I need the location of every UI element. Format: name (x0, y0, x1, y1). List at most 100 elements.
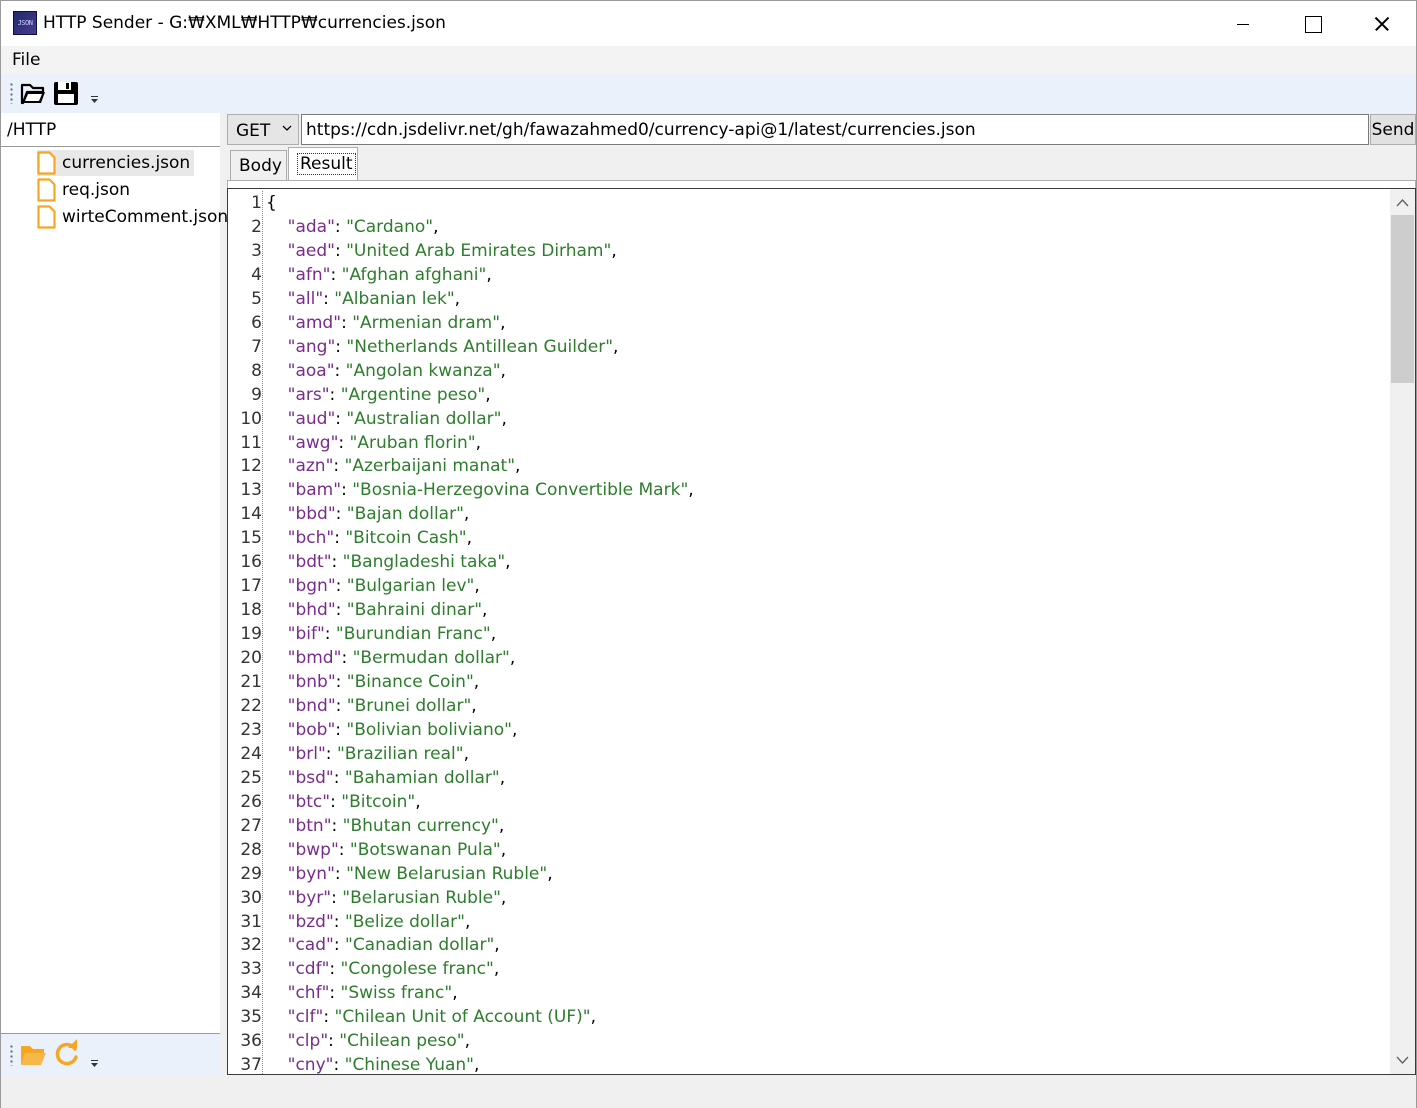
json-key: bsd (295, 767, 326, 788)
json-value: Australian dollar (354, 408, 494, 429)
toolbar-overflow-icon[interactable] (90, 1060, 99, 1068)
code-line: "clf": "Chilean Unit of Account (UF)", (287, 1007, 597, 1028)
path-bar: /HTTP (1, 113, 220, 147)
code-line: "awg": "Aruban florin", (287, 432, 481, 453)
code-line: "bnd": "Brunei dollar", (287, 695, 477, 716)
json-key: bnd (295, 695, 328, 716)
line-number: 10 (240, 408, 262, 429)
json-value: Cardano (353, 216, 426, 237)
chevron-down-icon (282, 125, 292, 131)
line-number: 21 (240, 672, 262, 692)
line-number: 14 (240, 504, 262, 525)
scroll-up-icon[interactable] (1390, 191, 1415, 215)
json-value: Albanian lek (342, 288, 447, 309)
line-number: 17 (240, 576, 262, 597)
current-path: /HTTP (7, 120, 57, 140)
open-folder-icon[interactable] (19, 79, 47, 107)
code-line: "ars": "Argentine peso", (287, 384, 491, 405)
app-window: JSON HTTP Sender - G:₩XML₩HTTP₩currencie… (0, 0, 1417, 1108)
file-icon (37, 205, 56, 229)
title-bar: JSON HTTP Sender - G:₩XML₩HTTP₩currencie… (1, 1, 1416, 46)
file-label: wirteComment.json (62, 207, 229, 227)
code-line: "chf": "Swiss franc", (287, 983, 458, 1004)
json-key: brl (295, 743, 318, 764)
tab-label: Body (239, 156, 282, 176)
maximize-button[interactable] (1278, 1, 1348, 46)
json-value: Angolan kwanza (353, 360, 493, 381)
save-icon[interactable] (52, 79, 80, 107)
line-number: 5 (251, 288, 262, 309)
toolbar-grip[interactable] (10, 1044, 13, 1066)
toolbar-grip[interactable] (10, 82, 13, 104)
json-value: Chilean Unit of Account (UF) (342, 1007, 583, 1028)
close-button[interactable] (1347, 1, 1417, 46)
send-button[interactable]: Send (1370, 114, 1416, 145)
json-value: Brunei dollar (354, 695, 464, 716)
line-number: 15 (240, 528, 262, 549)
line-number: 35 (240, 1007, 262, 1028)
json-key: cny (295, 1055, 326, 1075)
json-key: cdf (295, 959, 322, 980)
json-key: aed (295, 240, 328, 261)
method-select[interactable]: GET (227, 114, 299, 145)
json-value: Botswanan Pula (357, 839, 493, 860)
file-item-wirtecomment[interactable]: wirteComment.json (37, 204, 228, 230)
code-line: { (266, 191, 277, 215)
folder-icon[interactable] (19, 1041, 47, 1069)
code-line: "bhd": "Bahraini dinar", (287, 600, 488, 621)
menu-file[interactable]: File (12, 50, 40, 70)
json-key: bch (295, 528, 327, 549)
json-key: aud (295, 408, 328, 429)
line-number: 1 (251, 193, 262, 213)
code-line: "aud": "Australian dollar", (287, 408, 507, 429)
json-value: Bahraini dinar (354, 600, 475, 621)
line-number: 32 (240, 935, 262, 956)
refresh-icon[interactable] (53, 1039, 81, 1067)
json-key: clf (295, 1007, 316, 1028)
line-number: 28 (240, 839, 262, 860)
code-line: "byr": "Belarusian Ruble", (287, 887, 507, 908)
json-key: amd (295, 312, 334, 333)
file-item-currencies[interactable]: currencies.json (37, 150, 195, 176)
json-value: Afghan afghani (349, 264, 479, 285)
code-line: "cdf": "Congolese franc", (287, 959, 500, 980)
json-value: Bolivian boliviano (354, 719, 505, 740)
result-editor[interactable]: 1 2 3 4 5 6 7 8 9 10 11 12 13 14 15 16 17 18 19 20 21 22 23 24 2… (227, 188, 1416, 1075)
scroll-thumb[interactable] (1391, 215, 1414, 383)
url-input[interactable] (301, 114, 1369, 145)
tab-result[interactable]: Result (288, 147, 358, 180)
vertical-scrollbar[interactable] (1390, 189, 1415, 1074)
json-key: btc (295, 791, 323, 812)
file-item-req[interactable]: req.json (37, 177, 130, 203)
json-value: Aruban florin (357, 432, 468, 453)
line-number: 33 (240, 959, 262, 980)
line-number: 8 (251, 360, 262, 381)
json-key: bwp (295, 839, 331, 860)
json-value: Bajan dollar (354, 504, 457, 525)
code-line: "all": "Albanian lek", (287, 288, 461, 309)
code-line: "clp": "Chilean peso", (287, 1031, 471, 1052)
minimize-button[interactable] (1208, 1, 1278, 46)
json-key: ars (295, 384, 322, 405)
line-number: 34 (240, 983, 262, 1004)
line-number: 26 (240, 791, 262, 812)
line-number: 23 (240, 719, 262, 740)
json-value: Bulgarian lev (354, 576, 467, 597)
json-key: ang (295, 336, 328, 357)
scroll-down-icon[interactable] (1390, 1048, 1415, 1072)
toolbar-overflow-icon[interactable] (90, 96, 99, 104)
json-value: Canadian dollar (352, 935, 487, 956)
line-number: 2 (251, 216, 262, 237)
json-value: Bermudan dollar (360, 648, 502, 669)
json-value: Bangladeshi taka (350, 552, 498, 573)
line-number: 7 (251, 336, 262, 357)
gutter-separator (262, 191, 263, 1074)
file-label: currencies.json (62, 153, 191, 173)
code-line: "bgn": "Bulgarian lev", (287, 576, 480, 597)
json-value: Argentine peso (348, 384, 478, 405)
line-number: 3 (251, 240, 262, 261)
json-key: bzd (295, 911, 326, 932)
json-value: Burundian Franc (343, 624, 483, 645)
file-label: req.json (62, 180, 131, 200)
tab-body[interactable]: Body (230, 150, 287, 180)
